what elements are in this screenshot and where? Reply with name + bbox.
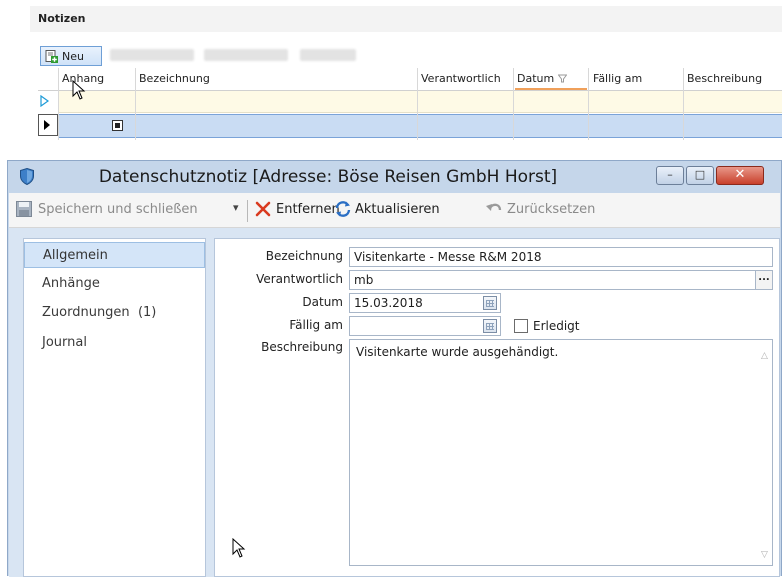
close-icon: ✕ <box>734 167 746 182</box>
notes-grid: Anhang Bezeichnung Verantwortlich Datum … <box>38 68 782 140</box>
maximize-button[interactable]: □ <box>686 166 714 185</box>
disabled-toolbar-button[interactable] <box>300 49 356 61</box>
bezeichnung-label: Bezeichnung <box>265 249 343 263</box>
calendar-icon[interactable] <box>483 319 497 333</box>
verantwortlich-label: Verantwortlich <box>256 272 343 286</box>
faellig-am-input[interactable] <box>349 316 501 336</box>
notes-toolbar: Neu <box>38 44 782 68</box>
minimize-button[interactable]: – <box>656 166 684 185</box>
new-row[interactable] <box>58 91 782 113</box>
attachment-checkbox[interactable] <box>112 120 123 131</box>
remove-button[interactable]: Entfernen <box>276 202 340 217</box>
mouse-cursor-icon <box>72 80 86 100</box>
dialog-title: Datenschutznotiz [Adresse: Böse Reisen G… <box>98 167 558 187</box>
browse-button[interactable]: ... <box>755 271 772 289</box>
reset-button[interactable]: Zurücksetzen <box>507 202 595 217</box>
column-header-verantwortlich[interactable]: Verantwortlich <box>421 72 501 85</box>
nav-item-anhaenge[interactable]: Anhänge <box>24 271 205 297</box>
scroll-down-icon[interactable]: ▽ <box>761 550 768 560</box>
new-document-icon <box>45 50 58 63</box>
refresh-icon <box>335 201 351 217</box>
save-and-close-button[interactable]: Speichern und schließen <box>38 202 198 217</box>
column-header-faellig-am[interactable]: Fällig am <box>593 72 642 85</box>
faellig-am-label: Fällig am <box>289 318 343 332</box>
general-form: Bezeichnung Visitenkarte - Messe R&M 201… <box>214 238 780 577</box>
column-divider <box>417 68 418 140</box>
scroll-up-icon[interactable]: △ <box>761 351 768 361</box>
datum-label: Datum <box>302 295 343 309</box>
remove-x-icon <box>255 201 271 217</box>
notes-title: Notizen <box>38 12 86 25</box>
save-icon <box>16 201 32 217</box>
disabled-toolbar-button[interactable] <box>110 49 194 61</box>
dialog-titlebar[interactable]: Datenschutznotiz [Adresse: Böse Reisen G… <box>8 161 781 193</box>
maximize-icon: □ <box>694 168 706 181</box>
table-row[interactable] <box>58 114 782 138</box>
minimize-icon: – <box>667 168 673 181</box>
erledigt-checkbox[interactable] <box>514 319 528 333</box>
disabled-toolbar-button[interactable] <box>204 49 288 61</box>
nav-item-zuordnungen[interactable]: Zuordnungen (1) <box>24 300 205 326</box>
new-button-label: Neu <box>62 50 84 63</box>
column-header-beschreibung[interactable]: Beschreibung <box>687 72 762 85</box>
verantwortlich-input[interactable]: mb <box>349 270 773 290</box>
erledigt-label: Erledigt <box>533 319 580 333</box>
column-header-datum[interactable]: Datum <box>517 72 568 85</box>
column-header-datum-label: Datum <box>517 72 555 85</box>
bezeichnung-input[interactable]: Visitenkarte - Messe R&M 2018 <box>349 247 773 267</box>
new-note-button[interactable]: Neu <box>40 46 102 66</box>
beschreibung-label: Beschreibung <box>261 340 343 354</box>
sort-indicator <box>515 88 587 90</box>
refresh-button[interactable]: Aktualisieren <box>355 202 440 217</box>
column-header-bezeichnung[interactable]: Bezeichnung <box>139 72 210 85</box>
column-divider <box>513 68 514 140</box>
dialog-body: Allgemein Anhänge Zuordnungen (1) Journa… <box>9 228 780 577</box>
chevron-down-icon[interactable]: ▾ <box>233 201 239 214</box>
filter-icon[interactable] <box>557 74 568 83</box>
close-button[interactable]: ✕ <box>716 166 764 185</box>
dialog-ribbon: Speichern und schließen ▾ Entfernen Aktu… <box>9 193 780 228</box>
notes-header: Notizen <box>30 6 782 32</box>
column-divider <box>58 68 59 140</box>
note-dialog: Datenschutznotiz [Adresse: Böse Reisen G… <box>7 160 782 577</box>
datum-input[interactable]: 15.03.2018 <box>349 293 501 313</box>
current-row-indicator <box>38 114 58 136</box>
new-row-arrow-icon <box>40 95 50 107</box>
column-divider <box>135 68 136 140</box>
current-row-arrow-icon <box>44 120 50 130</box>
grid-header: Anhang Bezeichnung Verantwortlich Datum … <box>38 68 782 91</box>
ribbon-divider <box>247 200 248 222</box>
mouse-cursor-icon <box>232 538 246 558</box>
undo-icon <box>486 203 502 211</box>
nav-item-journal[interactable]: Journal <box>24 330 205 356</box>
nav-item-allgemein[interactable]: Allgemein <box>24 242 205 268</box>
beschreibung-textarea[interactable]: Visitenkarte wurde ausgehändigt. <box>349 339 773 566</box>
calendar-icon[interactable] <box>483 296 497 310</box>
dialog-nav: Allgemein Anhänge Zuordnungen (1) Journa… <box>23 238 206 577</box>
new-row-indicator <box>38 91 58 112</box>
column-divider <box>588 68 589 140</box>
column-divider <box>683 68 684 140</box>
